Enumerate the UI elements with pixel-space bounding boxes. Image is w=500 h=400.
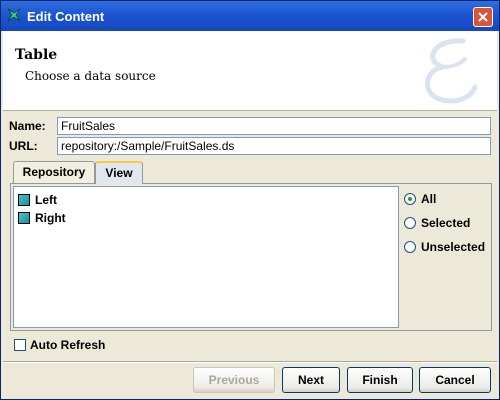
table-icon <box>18 194 30 206</box>
finish-button[interactable]: Finish <box>347 367 413 393</box>
auto-refresh-label: Auto Refresh <box>30 338 106 352</box>
radio-all-label: All <box>421 192 437 206</box>
previous-button[interactable]: Previous <box>193 367 275 393</box>
url-field[interactable]: repository:/Sample/FruitSales.ds <box>57 137 491 155</box>
checkbox-icon <box>14 339 26 351</box>
radio-selected-icon <box>404 217 416 229</box>
title-bar[interactable]: Edit Content <box>1 1 499 31</box>
auto-refresh-checkbox[interactable]: Auto Refresh <box>14 338 105 352</box>
button-separator <box>3 361 497 363</box>
app-icon <box>7 8 21 22</box>
list-item[interactable]: Left <box>18 193 57 209</box>
radio-unselected-label: Unselected <box>421 240 486 254</box>
close-button[interactable] <box>473 7 493 27</box>
header-subtitle: Choose a data source <box>25 69 156 83</box>
tab-view[interactable]: View <box>95 161 143 184</box>
list-item[interactable]: Right <box>18 211 66 227</box>
name-label: Name: <box>9 119 46 133</box>
next-button[interactable]: Next <box>282 367 340 393</box>
name-field[interactable]: FruitSales <box>57 117 491 135</box>
watermark-logo-icon <box>425 38 478 104</box>
table-icon <box>18 212 30 224</box>
header-title: Table <box>15 47 58 63</box>
list-item-label: Left <box>35 193 57 207</box>
wizard-header: Table Choose a data source <box>3 31 497 111</box>
list-item-label: Right <box>35 211 66 225</box>
url-label: URL: <box>9 139 38 153</box>
radio-selected[interactable]: Selected <box>404 216 470 232</box>
radio-all-icon <box>404 193 416 205</box>
tab-repository[interactable]: Repository <box>13 161 95 183</box>
view-tab-panel: Left Right All Selected Unselected <box>10 183 492 331</box>
radio-unselected-icon <box>404 241 416 253</box>
edit-content-dialog: Edit Content Table Choose a data source … <box>0 0 500 400</box>
window-title: Edit Content <box>27 9 105 24</box>
radio-selected-label: Selected <box>421 216 471 230</box>
cancel-button[interactable]: Cancel <box>419 367 491 393</box>
close-icon <box>478 12 488 22</box>
radio-all[interactable]: All <box>404 192 436 208</box>
view-list[interactable]: Left Right <box>13 186 399 328</box>
radio-unselected[interactable]: Unselected <box>404 240 485 256</box>
